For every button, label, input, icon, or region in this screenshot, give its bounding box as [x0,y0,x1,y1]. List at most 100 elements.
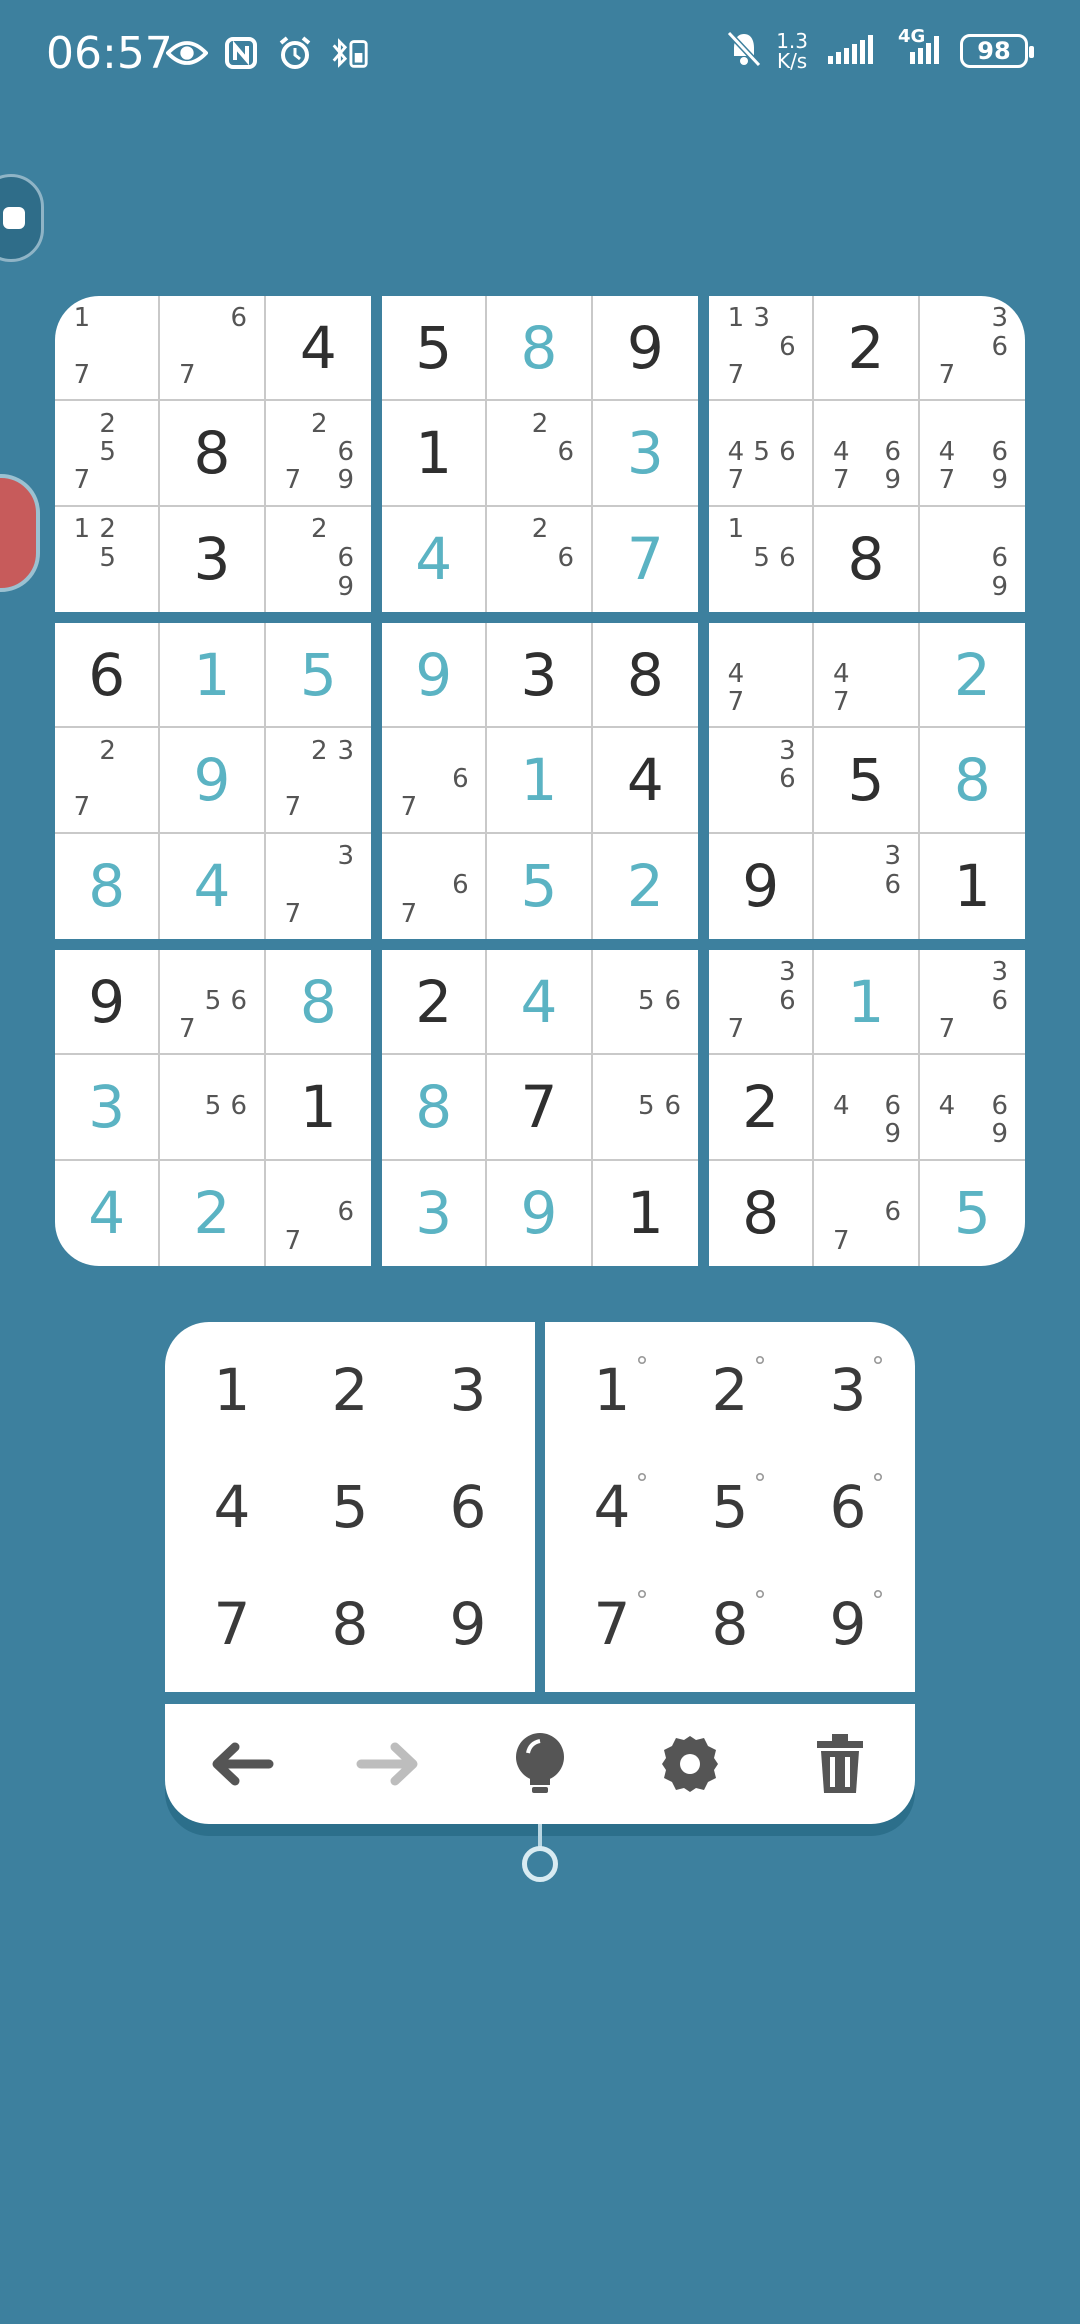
sudoku-cell[interactable]: 257 [55,401,161,507]
sudoku-cell[interactable]: 4 69 [919,1055,1025,1161]
sudoku-cell[interactable]: 2 [160,1160,266,1266]
number-key[interactable]: 4 [173,1449,291,1566]
note-key[interactable]: 8 ° [671,1565,789,1682]
sudoku-cell[interactable]: 37 [266,834,371,939]
sudoku-cell[interactable]: 136 7 [709,296,815,402]
sudoku-cell[interactable]: 1 [487,728,593,834]
sudoku-cell[interactable]: 26 [487,506,593,612]
sudoku-cell[interactable]: 5 [382,296,488,402]
sudoku-cell[interactable]: 9 [487,1160,593,1266]
settings-button[interactable] [645,1719,735,1809]
sudoku-cell[interactable]: 8 [919,728,1025,834]
sudoku-cell[interactable]: 67 [382,833,488,939]
note-key[interactable]: 7 ° [553,1565,671,1682]
sudoku-cell[interactable]: 8 [709,1160,815,1266]
sudoku-cell[interactable]: 9 [709,833,815,939]
sudoku-cell[interactable]: 4 [265,296,371,402]
sudoku-cell[interactable]: 4 [382,506,488,612]
sudoku-cell[interactable]: 27 [55,728,161,834]
note-key[interactable]: 1 ° [553,1332,671,1449]
sudoku-cell[interactable]: 125 [55,506,161,612]
sudoku-cell[interactable]: 23 7 [265,728,371,834]
floating-avatar-bubble[interactable] [0,474,40,592]
sudoku-cell[interactable]: 1 [920,834,1025,939]
hint-button[interactable] [495,1719,585,1809]
sudoku-cell[interactable]: 36 [709,728,815,834]
sudoku-cell[interactable]: 5 [920,1161,1025,1266]
sudoku-cell[interactable]: 1 [160,623,266,729]
sudoku-cell[interactable]: 3 [487,623,593,729]
undo-button[interactable] [195,1719,285,1809]
sudoku-cell[interactable]: 9 [592,296,698,402]
sudoku-cell[interactable]: 8 [814,506,920,612]
sudoku-cell[interactable]: 1 [382,401,488,507]
sudoku-cell[interactable]: 6 [55,623,161,729]
sudoku-cell[interactable]: 7 [593,507,698,612]
sudoku-cell[interactable]: 67 [266,1161,371,1266]
sudoku-cell[interactable]: 2 [919,623,1025,729]
sudoku-cell[interactable]: 5 [265,623,371,729]
sudoku-cell[interactable]: 4 [160,833,266,939]
sudoku-cell[interactable]: 67 [382,728,488,834]
number-key[interactable]: 1 [173,1332,291,1449]
sudoku-cell[interactable]: 47 [709,623,815,729]
sudoku-cell[interactable]: 47 [814,623,920,729]
sudoku-cell[interactable]: 1 [814,950,920,1056]
sudoku-cell[interactable]: 56 [160,1055,266,1161]
sudoku-cell[interactable]: 3 [160,506,266,612]
number-key[interactable]: 6 [409,1449,527,1566]
sudoku-cell[interactable]: 2 [593,834,698,939]
number-key[interactable]: 3 [409,1332,527,1449]
sudoku-cell[interactable]: 69 [920,507,1025,612]
sudoku-cell[interactable]: 2 [709,1055,815,1161]
floating-chat-bubble[interactable] [0,174,44,262]
clear-button[interactable] [795,1719,885,1809]
number-key[interactable]: 9 [409,1565,527,1682]
note-key[interactable]: 5 ° [671,1449,789,1566]
sudoku-cell[interactable]: 4 6 7 9 [814,401,920,507]
sudoku-cell[interactable]: 8 [265,950,371,1056]
sudoku-cell[interactable]: 17 [55,296,161,402]
sudoku-cell[interactable]: 3 [592,401,698,507]
sudoku-cell[interactable]: 456 7 [709,401,815,507]
sudoku-cell[interactable]: 3 [55,1055,161,1161]
sudoku-cell[interactable]: 8 [55,833,161,939]
sudoku-cell[interactable]: 269 [266,507,371,612]
sudoku-cell[interactable]: 4 69 [814,1055,920,1161]
sudoku-cell[interactable]: 3 [382,1160,488,1266]
sudoku-cell[interactable]: 36 7 [709,950,815,1056]
note-key[interactable]: 4 ° [553,1449,671,1566]
number-key[interactable]: 8 [291,1565,409,1682]
sudoku-cell[interactable]: 5 [487,833,593,939]
sudoku-cell[interactable]: 36 7 [919,950,1025,1056]
note-key[interactable]: 3 ° [789,1332,907,1449]
sudoku-cell[interactable]: 156 [709,506,815,612]
redo-button[interactable] [345,1719,435,1809]
sudoku-cell[interactable]: 26 7 9 [265,401,371,507]
sudoku-cell[interactable]: 56 7 [160,950,266,1056]
note-key[interactable]: 9 ° [789,1565,907,1682]
sudoku-cell[interactable]: 4 6 7 9 [919,401,1025,507]
sudoku-cell[interactable]: 9 [55,950,161,1056]
sudoku-cell[interactable]: 36 [814,833,920,939]
sudoku-cell[interactable]: 4 [487,950,593,1056]
number-key[interactable]: 5 [291,1449,409,1566]
sudoku-cell[interactable]: 1 [265,1055,371,1161]
sudoku-cell[interactable]: 2 [814,296,920,402]
note-key[interactable]: 2 ° [671,1332,789,1449]
number-key[interactable]: 7 [173,1565,291,1682]
sudoku-cell[interactable]: 1 [593,1161,698,1266]
sudoku-cell[interactable]: 67 [814,1160,920,1266]
sudoku-cell[interactable]: 56 [592,1055,698,1161]
number-key[interactable]: 2 [291,1332,409,1449]
sudoku-cell[interactable]: 26 [487,401,593,507]
sudoku-cell[interactable]: 67 [160,296,266,402]
sudoku-cell[interactable]: 9 [382,623,488,729]
sudoku-cell[interactable]: 56 [592,950,698,1056]
sudoku-cell[interactable]: 8 [487,296,593,402]
sudoku-cell[interactable]: 7 [487,1055,593,1161]
toolbar-drag-handle[interactable] [522,1846,558,1882]
sudoku-cell[interactable]: 5 [814,728,920,834]
sudoku-cell[interactable]: 9 [160,728,266,834]
sudoku-cell[interactable]: 36 7 [919,296,1025,402]
